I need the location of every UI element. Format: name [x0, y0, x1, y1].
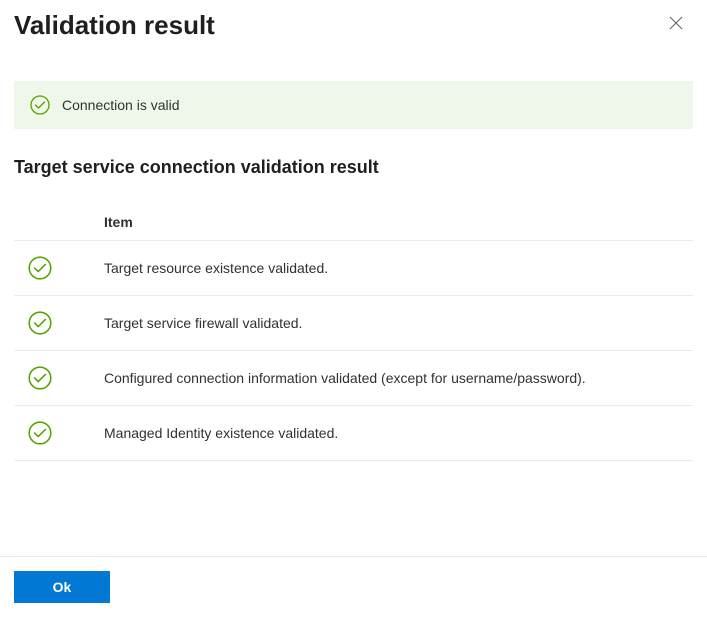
check-circle-icon — [28, 311, 52, 335]
dialog-header: Validation result — [0, 0, 707, 41]
dialog-content: Connection is valid Target service conne… — [0, 41, 707, 556]
close-icon — [669, 16, 683, 30]
dialog-title: Validation result — [14, 10, 215, 41]
dialog-footer: Ok — [0, 556, 707, 617]
check-circle-icon — [28, 366, 52, 390]
check-circle-icon — [28, 256, 52, 280]
column-header-item: Item — [104, 214, 133, 230]
row-text: Target resource existence validated. — [104, 260, 328, 276]
validation-table: Item Target resource existence validated… — [14, 204, 693, 461]
table-row: Target resource existence validated. — [14, 241, 693, 296]
ok-button[interactable]: Ok — [14, 571, 110, 603]
table-row: Managed Identity existence validated. — [14, 406, 693, 461]
table-row: Configured connection information valida… — [14, 351, 693, 406]
check-circle-icon — [30, 95, 50, 115]
table-header-row: Item — [14, 204, 693, 241]
banner-message: Connection is valid — [62, 97, 180, 113]
status-banner: Connection is valid — [14, 81, 693, 129]
row-text: Managed Identity existence validated. — [104, 425, 338, 441]
close-button[interactable] — [663, 10, 689, 36]
table-row: Target service firewall validated. — [14, 296, 693, 351]
check-circle-icon — [28, 421, 52, 445]
section-title: Target service connection validation res… — [14, 157, 693, 178]
row-text: Configured connection information valida… — [104, 370, 586, 386]
row-text: Target service firewall validated. — [104, 315, 302, 331]
